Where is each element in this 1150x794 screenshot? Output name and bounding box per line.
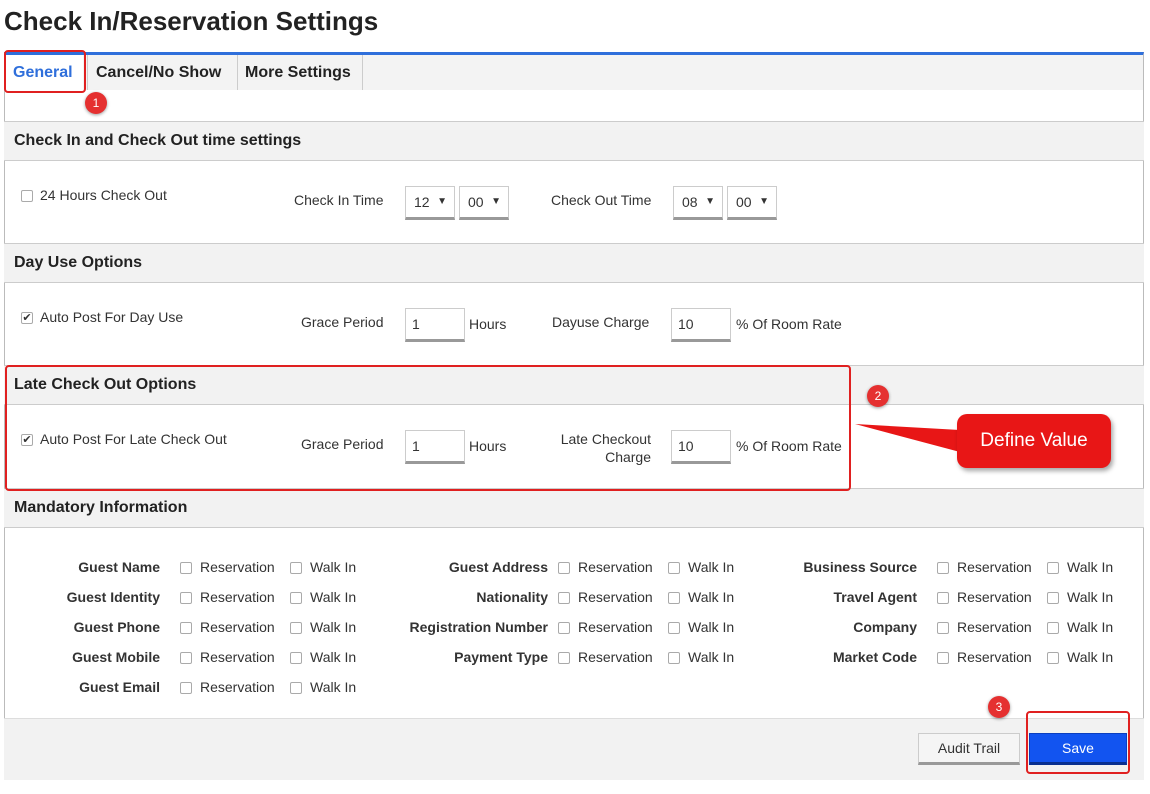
checkin-hour-select[interactable]: 12 ▼ xyxy=(405,186,455,220)
walkin-checkbox[interactable] xyxy=(668,592,680,604)
reservation-label: Reservation xyxy=(200,679,275,695)
mandatory-field-label: Guest Email xyxy=(79,679,160,695)
mandatory-field-label: Business Source xyxy=(803,559,917,575)
reservation-checkbox[interactable] xyxy=(180,622,192,634)
annotation-badge-3: 3 xyxy=(988,696,1010,718)
dayuse-charge-label: Dayuse Charge xyxy=(552,314,650,330)
checkout-minute-select[interactable]: 00 ▼ xyxy=(727,186,777,220)
select-arrow-icon: ▼ xyxy=(705,196,715,207)
tab-cancel-no-show[interactable]: Cancel/No Show xyxy=(87,55,238,91)
tab-more-settings[interactable]: More Settings xyxy=(237,55,363,91)
reservation-label: Reservation xyxy=(200,619,275,635)
mandatory-field-label: Guest Name xyxy=(78,559,160,575)
walkin-checkbox[interactable] xyxy=(668,622,680,634)
hours24-checkbox[interactable] xyxy=(21,190,33,202)
checkin-minute-select[interactable]: 00 ▼ xyxy=(459,186,509,220)
checkin-minute-value: 00 xyxy=(468,194,484,210)
dayuse-charge-input[interactable]: 10 xyxy=(671,308,731,342)
walkin-checkbox[interactable] xyxy=(668,652,680,664)
walkin-label: Walk In xyxy=(1067,649,1114,665)
annotation-highlight-save xyxy=(1026,711,1130,774)
checkout-hour-select[interactable]: 08 ▼ xyxy=(673,186,723,220)
checkout-minute-value: 00 xyxy=(736,194,752,210)
walkin-checkbox[interactable] xyxy=(290,592,302,604)
dayuse-charge-unit: % Of Room Rate xyxy=(736,316,842,332)
reservation-label: Reservation xyxy=(200,589,275,605)
reservation-label: Reservation xyxy=(957,589,1032,605)
annotation-callout: Define Value xyxy=(957,414,1111,468)
reservation-checkbox[interactable] xyxy=(558,562,570,574)
annotation-badge-1: 1 xyxy=(85,92,107,114)
reservation-label: Reservation xyxy=(957,649,1032,665)
walkin-checkbox[interactable] xyxy=(290,622,302,634)
mandatory-field-label: Registration Number xyxy=(409,619,548,635)
select-arrow-icon: ▼ xyxy=(491,196,501,207)
reservation-checkbox[interactable] xyxy=(937,562,949,574)
reservation-checkbox[interactable] xyxy=(558,592,570,604)
mandatory-field-label: Guest Address xyxy=(448,559,548,575)
walkin-checkbox[interactable] xyxy=(1047,562,1059,574)
reservation-label: Reservation xyxy=(957,559,1032,575)
walkin-label: Walk In xyxy=(310,679,357,695)
select-arrow-icon: ▼ xyxy=(759,196,769,207)
reservation-checkbox[interactable] xyxy=(180,652,192,664)
section-header-checkin: Check In and Check Out time settings xyxy=(4,121,1144,161)
walkin-label: Walk In xyxy=(1067,589,1114,605)
walkin-label: Walk In xyxy=(1067,619,1114,635)
checkin-time-label: Check In Time xyxy=(294,192,384,208)
checkin-hour-value: 12 xyxy=(414,194,430,210)
walkin-checkbox[interactable] xyxy=(290,562,302,574)
walkin-checkbox[interactable] xyxy=(668,562,680,574)
reservation-checkbox[interactable] xyxy=(558,652,570,664)
reservation-checkbox[interactable] xyxy=(937,592,949,604)
mandatory-field-label: Payment Type xyxy=(454,649,548,665)
hours24-label: 24 Hours Check Out xyxy=(40,187,167,203)
dayuse-grace-label: Grace Period xyxy=(301,314,384,330)
reservation-checkbox[interactable] xyxy=(180,592,192,604)
mandatory-field-label: Travel Agent xyxy=(833,589,917,605)
walkin-label: Walk In xyxy=(1067,559,1114,575)
audit-trail-button[interactable]: Audit Trail xyxy=(918,733,1020,765)
walkin-checkbox[interactable] xyxy=(1047,622,1059,634)
mandatory-field-label: Guest Phone xyxy=(73,619,160,635)
walkin-checkbox[interactable] xyxy=(1047,652,1059,664)
page-title: Check In/Reservation Settings xyxy=(4,6,379,36)
reservation-checkbox[interactable] xyxy=(180,682,192,694)
dayuse-autopost-label: Auto Post For Day Use xyxy=(40,309,184,325)
reservation-label: Reservation xyxy=(200,649,275,665)
dayuse-hours-unit: Hours xyxy=(469,316,507,332)
reservation-checkbox[interactable] xyxy=(558,622,570,634)
walkin-checkbox[interactable] xyxy=(290,682,302,694)
checkout-hour-value: 08 xyxy=(682,194,698,210)
tab-bar: General Cancel/No Show More Settings xyxy=(4,52,1144,91)
checkout-time-label: Check Out Time xyxy=(551,192,652,208)
annotation-highlight-general-tab xyxy=(4,50,86,93)
reservation-checkbox[interactable] xyxy=(937,652,949,664)
reservation-label: Reservation xyxy=(578,559,653,575)
mandatory-field-label: Guest Mobile xyxy=(72,649,160,665)
select-arrow-icon: ▼ xyxy=(437,196,447,207)
dayuse-autopost-checkbox[interactable]: ✔ xyxy=(21,312,33,324)
reservation-checkbox[interactable] xyxy=(180,562,192,574)
reservation-label: Reservation xyxy=(578,589,653,605)
section-header-dayuse: Day Use Options xyxy=(4,243,1144,283)
walkin-checkbox[interactable] xyxy=(1047,592,1059,604)
mandatory-field-label: Nationality xyxy=(476,589,548,605)
mandatory-field-label: Market Code xyxy=(832,649,917,665)
mandatory-field-label: Company xyxy=(853,619,917,635)
reservation-label: Reservation xyxy=(200,559,275,575)
dayuse-grace-input[interactable]: 1 xyxy=(405,308,465,342)
section-header-mandatory: Mandatory Information xyxy=(4,488,1144,528)
reservation-label: Reservation xyxy=(578,619,653,635)
annotation-badge-2: 2 xyxy=(867,385,889,407)
walkin-checkbox[interactable] xyxy=(290,652,302,664)
annotation-highlight-late-checkout xyxy=(5,365,851,491)
reservation-label: Reservation xyxy=(578,649,653,665)
reservation-label: Reservation xyxy=(957,619,1032,635)
reservation-checkbox[interactable] xyxy=(937,622,949,634)
mandatory-field-label: Guest Identity xyxy=(66,589,160,605)
